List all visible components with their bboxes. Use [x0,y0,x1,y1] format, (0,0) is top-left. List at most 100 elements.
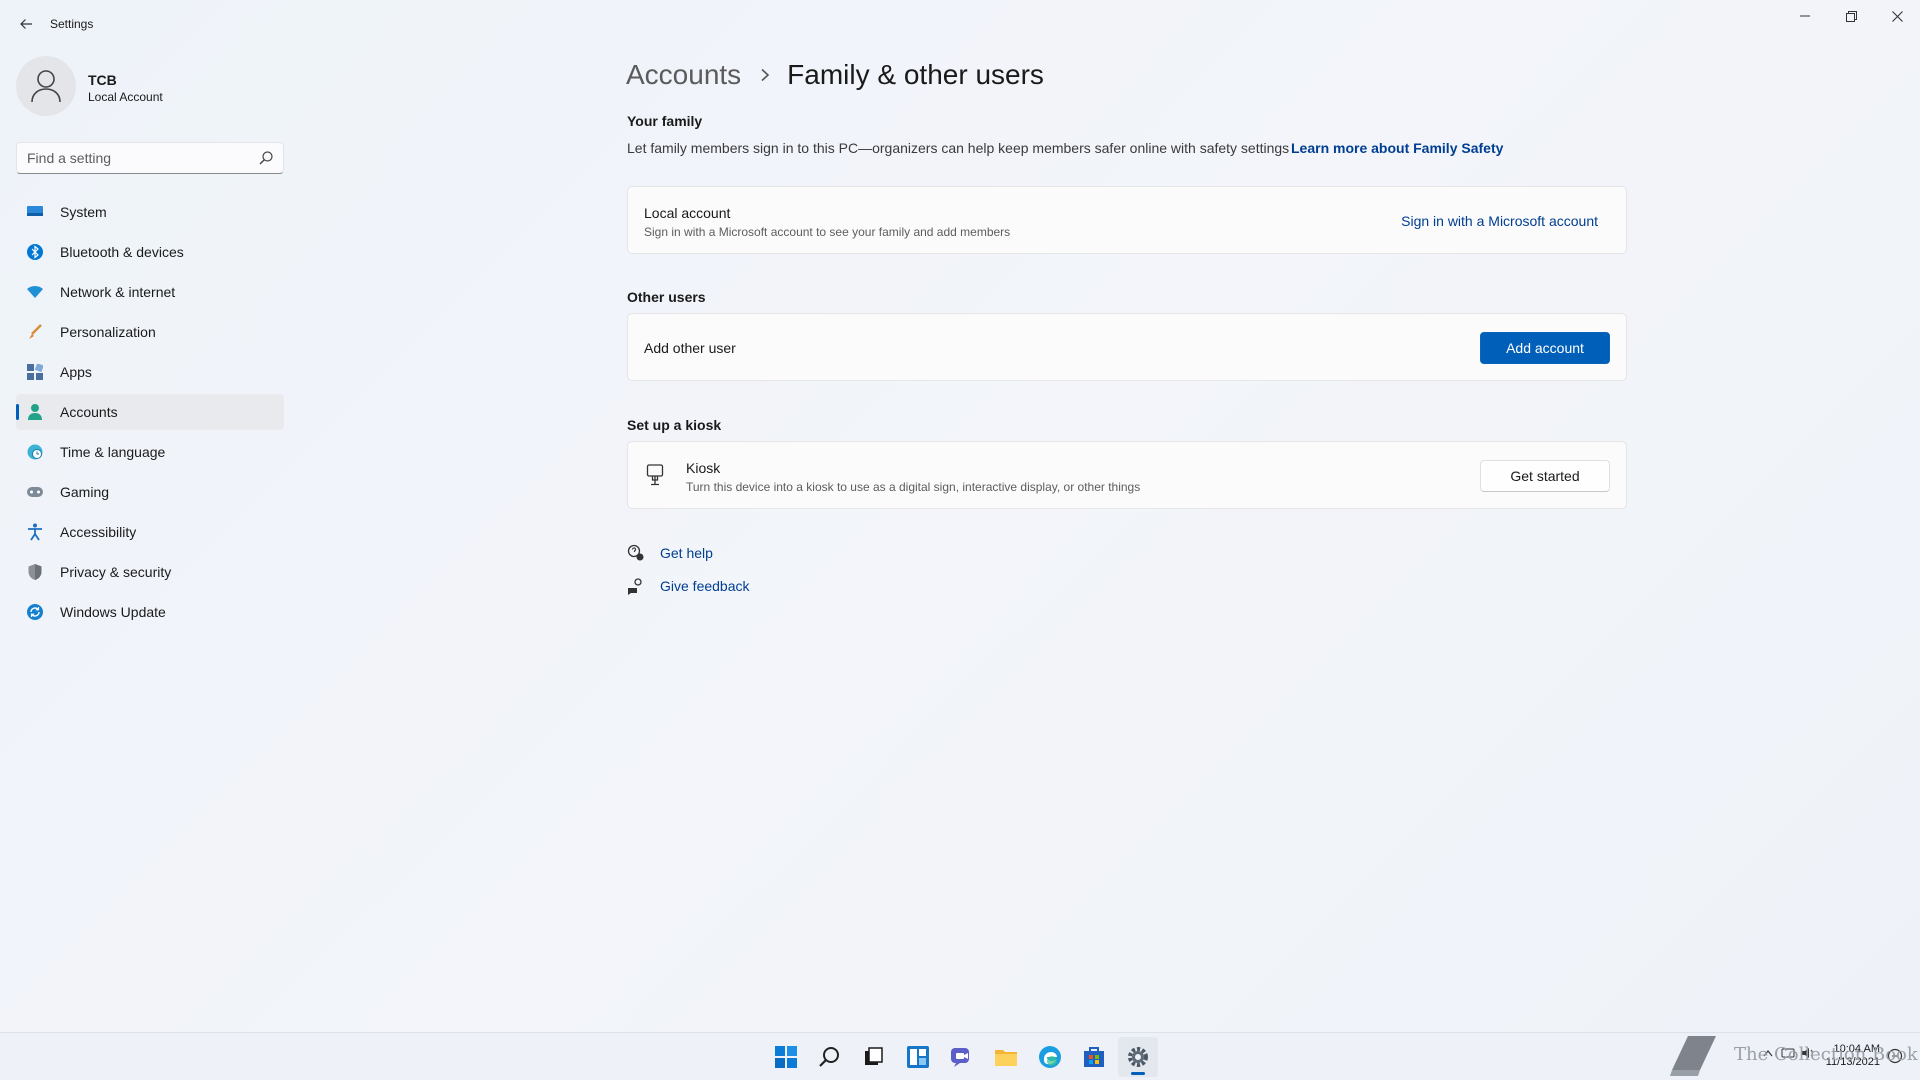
search-icon [819,1047,839,1067]
close-icon [1891,10,1903,22]
search-box[interactable] [16,142,284,174]
shield-icon [26,563,44,581]
sidebar-item-label: Bluetooth & devices [60,244,184,260]
task-view-button[interactable] [854,1037,894,1077]
sidebar-item-apps[interactable]: Apps [16,354,284,390]
card-title: Add other user [644,340,736,356]
family-description: Let family members sign in to this PC—or… [627,140,1290,156]
sidebar-item-label: Time & language [60,444,166,460]
get-help-row[interactable]: Get help [627,544,713,562]
sidebar-item-label: System [60,204,107,220]
taskbar-clock[interactable]: 10:04 AM 11/13/2021 [1816,1043,1880,1069]
kiosk-icon [646,464,664,486]
get-started-button[interactable]: Get started [1480,460,1610,492]
window-title: Settings [50,17,94,31]
network-icon[interactable] [1780,1045,1796,1061]
volume-icon[interactable] [1800,1045,1816,1061]
card-subtitle: Sign in with a Microsoft account to see … [644,225,1011,239]
section-title-other-users: Other users [627,289,706,305]
feedback-icon [627,577,645,595]
file-explorer-button[interactable] [986,1037,1026,1077]
sidebar-item-label: Personalization [60,324,156,340]
globe-clock-icon [26,443,44,461]
gamepad-icon [26,483,44,501]
chevron-right-icon [757,67,773,83]
start-icon [775,1046,797,1068]
add-account-button[interactable]: Add account [1480,332,1610,364]
sidebar-item-label: Windows Update [60,604,166,620]
wifi-icon [26,283,44,301]
sidebar-item-label: Network & internet [60,284,176,300]
card-subtitle: Turn this device into a kiosk to use as … [686,480,1141,494]
person-icon [26,403,44,421]
apps-icon [26,363,44,381]
sidebar-item-privacy-security[interactable]: Privacy & security [16,554,284,590]
close-button[interactable] [1874,0,1920,32]
task-view-icon [865,1047,883,1065]
sidebar-item-label: Accessibility [60,524,137,540]
file-explorer-icon [995,1050,1017,1066]
sidebar-item-label: Gaming [60,484,110,500]
edge-icon [1039,1046,1061,1068]
monitor-icon [26,203,44,221]
section-title-kiosk: Set up a kiosk [627,417,722,433]
local-account-card: Local account Sign in with a Microsoft a… [627,186,1627,254]
card-title: Kiosk [686,460,721,476]
sidebar-item-accounts[interactable]: Accounts [16,394,284,430]
sidebar-item-label: Accounts [60,404,118,420]
edge-button[interactable] [1030,1037,1070,1077]
give-feedback-link[interactable]: Give feedback [660,578,750,594]
learn-family-safety-link[interactable]: Learn more about Family Safety [1291,140,1503,156]
sidebar-item-personalization[interactable]: Personalization [16,314,284,350]
clock-date: 11/13/2021 [1825,1056,1880,1068]
sidebar-item-label: Privacy & security [60,564,172,580]
sidebar-item-label: Apps [60,364,92,380]
widgets-button[interactable] [898,1037,938,1077]
avatar [16,56,76,116]
minimize-icon [1800,15,1810,17]
profile-account-type: Local Account [88,90,163,104]
update-icon [26,603,44,621]
sidebar-item-time-language[interactable]: Time & language [16,434,284,470]
get-help-link[interactable]: Get help [660,545,713,561]
brush-icon [26,323,44,341]
title-bar: Settings [0,0,1920,48]
back-button[interactable] [14,12,38,36]
clock-time: 10:04 AM [1833,1043,1880,1055]
sidebar-item-system[interactable]: System [16,194,284,230]
sidebar-item-bluetooth[interactable]: Bluetooth & devices [16,234,284,270]
add-other-user-card: Add other user Add account [627,313,1627,381]
chat-icon [951,1048,969,1067]
search-icon[interactable] [259,151,273,165]
sidebar-nav: System Bluetooth & devices Network & int… [16,194,284,634]
breadcrumb-accounts-link[interactable]: Accounts [626,59,741,91]
user-profile[interactable]: TCB Local Account [16,56,276,118]
give-feedback-row[interactable]: Give feedback [627,577,750,595]
minimize-button[interactable] [1782,0,1828,32]
widgets-icon [907,1046,929,1068]
sign-in-microsoft-link[interactable]: Sign in with a Microsoft account [1401,213,1598,229]
sidebar-item-windows-update[interactable]: Windows Update [16,594,284,630]
taskbar-search-button[interactable] [810,1037,850,1077]
sidebar-item-network[interactable]: Network & internet [16,274,284,310]
kiosk-card: Kiosk Turn this device into a kiosk to u… [627,441,1627,509]
chat-button[interactable] [942,1037,982,1077]
restore-button[interactable] [1828,0,1874,32]
search-input[interactable] [17,143,247,173]
breadcrumb: Accounts Family & other users [626,54,1044,96]
sidebar-item-accessibility[interactable]: Accessibility [16,514,284,550]
settings-icon [1128,1047,1148,1067]
store-button[interactable] [1074,1037,1114,1077]
restore-icon [1845,10,1857,22]
notification-icon [1887,1048,1903,1064]
settings-taskbar-button[interactable] [1118,1037,1158,1077]
start-button[interactable] [766,1037,806,1077]
system-tray [1760,1045,1820,1061]
chevron-up-icon[interactable] [1760,1045,1776,1061]
profile-name: TCB [88,72,117,88]
bluetooth-icon [26,243,44,261]
store-icon [1084,1047,1104,1067]
page-title: Family & other users [787,59,1044,90]
sidebar-item-gaming[interactable]: Gaming [16,474,284,510]
notification-button[interactable] [1886,1047,1904,1065]
